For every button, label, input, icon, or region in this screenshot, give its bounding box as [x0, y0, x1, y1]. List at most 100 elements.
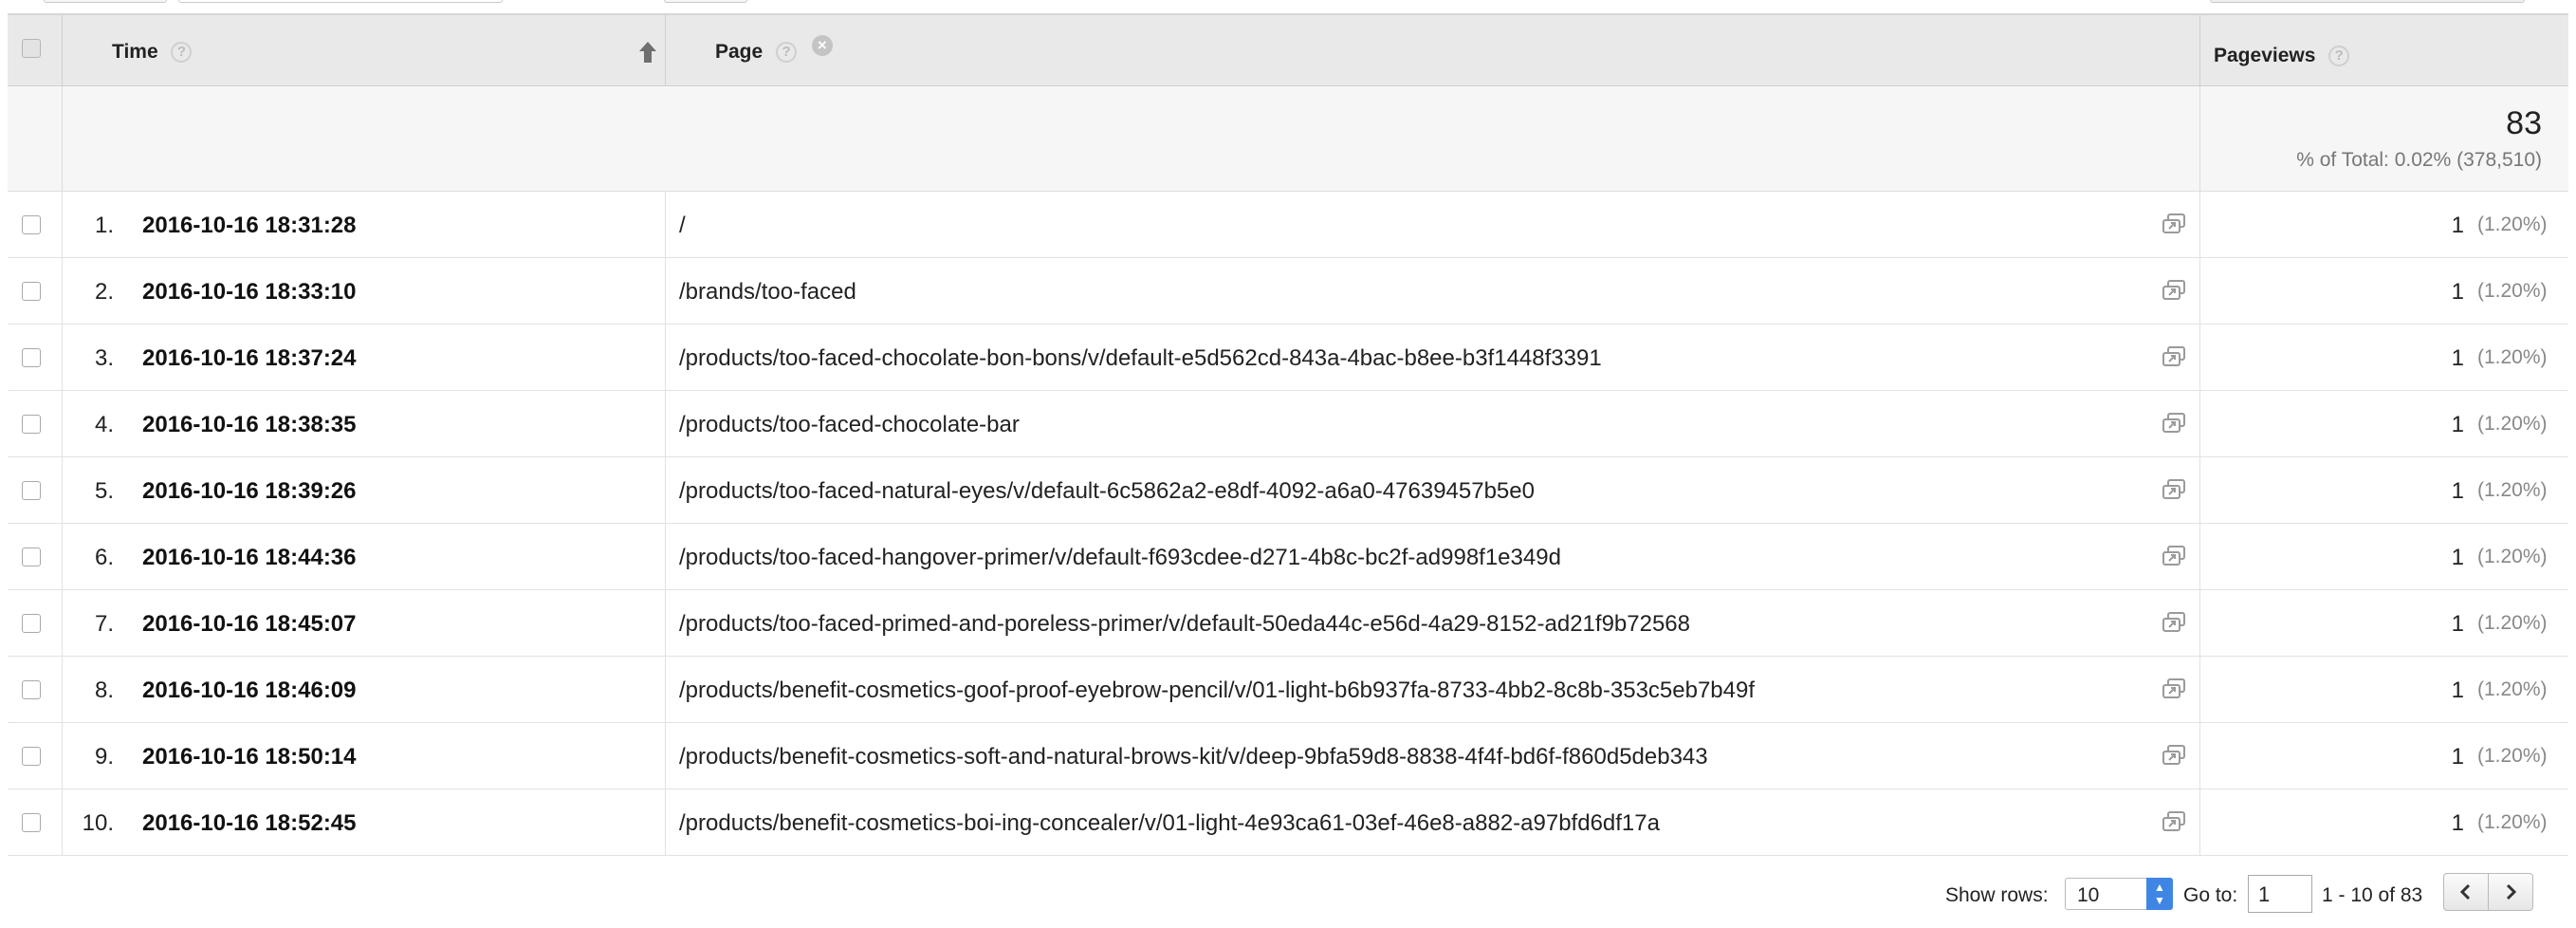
goto-page-input[interactable]: 1 — [2248, 875, 2312, 913]
row-checkbox[interactable] — [22, 680, 41, 699]
totals-row: 83 % of Total: 0.02% (378,510) — [8, 86, 2568, 192]
row-pageviews-percent: (1.20%) — [2477, 346, 2548, 368]
data-table: Time ? Page ? × Pageviews ? 83 % of Tota… — [8, 13, 2568, 856]
table-row: 6. 2016-10-16 18:44:36 /products/too-fac… — [8, 524, 2568, 590]
row-page-link[interactable]: /products/too-faced-chocolate-bon-bons/v… — [679, 345, 1602, 372]
pageviews-header-label: Pageviews — [2214, 45, 2316, 66]
row-number: 3. — [94, 345, 114, 371]
help-icon[interactable]: ? — [776, 42, 798, 64]
table-body: 1. 2016-10-16 18:31:28 / 1 (1.20%) 2. 20… — [8, 192, 2568, 856]
select-all-checkbox[interactable] — [22, 39, 41, 58]
open-page-external-icon[interactable] — [2162, 810, 2186, 833]
pagination-range: 1 - 10 of 83 — [2322, 884, 2423, 906]
row-checkbox[interactable] — [22, 813, 41, 832]
toolbar-field-partial[interactable] — [178, 0, 503, 3]
row-pageviews-percent: (1.20%) — [2477, 479, 2548, 501]
row-checkbox[interactable] — [22, 282, 41, 301]
row-checkbox[interactable] — [22, 548, 41, 566]
next-page-button[interactable] — [2488, 873, 2533, 911]
open-page-external-icon[interactable] — [2162, 744, 2186, 767]
help-icon[interactable]: ? — [171, 42, 193, 64]
row-number: 7. — [94, 611, 114, 637]
show-rows-label: Show rows: — [1945, 884, 2049, 906]
show-rows-select[interactable]: 10 ▲ ▼ — [2065, 878, 2173, 910]
toolbar-button-partial[interactable] — [664, 0, 747, 3]
row-page-link[interactable]: /products/benefit-cosmetics-goof-proof-e… — [679, 677, 1755, 704]
remove-dimension-icon[interactable]: × — [811, 35, 833, 57]
row-checkbox[interactable] — [22, 481, 41, 500]
row-checkbox[interactable] — [22, 348, 41, 367]
help-icon[interactable]: ? — [2328, 46, 2350, 67]
row-pageviews-percent: (1.20%) — [2477, 612, 2548, 634]
total-percentage: % of Total: 0.02% (378,510) — [2296, 149, 2542, 171]
table-row: 5. 2016-10-16 18:39:26 /products/too-fac… — [8, 457, 2568, 524]
row-pageviews: 1 — [2451, 213, 2464, 238]
toolbar-search-partial[interactable] — [2210, 0, 2525, 3]
row-time: 2016-10-16 18:44:36 — [142, 545, 357, 570]
table-row: 9. 2016-10-16 18:50:14 /products/benefit… — [8, 723, 2568, 789]
top-toolbar-strip — [0, 0, 2576, 13]
row-number: 9. — [94, 744, 114, 770]
row-page-link[interactable]: /products/benefit-cosmetics-boi-ing-conc… — [679, 810, 1660, 837]
row-page-link[interactable]: /brands/too-faced — [679, 279, 856, 306]
open-page-external-icon[interactable] — [2162, 213, 2186, 235]
row-number: 6. — [94, 545, 114, 570]
chevron-left-icon — [2459, 883, 2471, 900]
toolbar-button-partial[interactable] — [44, 0, 167, 3]
row-time: 2016-10-16 18:37:24 — [142, 345, 357, 371]
row-number: 4. — [94, 412, 114, 437]
chevron-right-icon — [2506, 883, 2517, 900]
row-time: 2016-10-16 18:38:35 — [142, 412, 357, 437]
row-page-link[interactable]: / — [679, 213, 686, 239]
previous-page-button[interactable] — [2443, 873, 2489, 911]
row-pageviews-percent: (1.20%) — [2477, 678, 2548, 700]
row-time: 2016-10-16 18:46:09 — [142, 677, 357, 703]
page-header-label: Page — [715, 41, 764, 63]
total-pageviews: 83 — [2506, 105, 2542, 141]
row-pageviews-percent: (1.20%) — [2477, 745, 2548, 767]
row-page-link[interactable]: /products/too-faced-chocolate-bar — [679, 412, 1020, 438]
row-pageviews: 1 — [2451, 810, 2464, 836]
open-page-external-icon[interactable] — [2162, 345, 2186, 368]
row-pageviews: 1 — [2451, 279, 2464, 305]
row-pageviews: 1 — [2451, 744, 2464, 770]
row-checkbox[interactable] — [22, 415, 41, 434]
row-pageviews: 1 — [2451, 611, 2464, 637]
table-header: Time ? Page ? × Pageviews ? — [8, 15, 2568, 86]
open-page-external-icon[interactable] — [2162, 545, 2186, 567]
goto-label: Go to: — [2183, 884, 2238, 906]
open-page-external-icon[interactable] — [2162, 478, 2186, 501]
time-header-label: Time — [112, 41, 158, 63]
row-page-link[interactable]: /products/benefit-cosmetics-soft-and-nat… — [679, 744, 1708, 770]
row-time: 2016-10-16 18:52:45 — [142, 810, 357, 836]
open-page-external-icon[interactable] — [2162, 677, 2186, 700]
table-row: 4. 2016-10-16 18:38:35 /products/too-fac… — [8, 391, 2568, 457]
row-pageviews: 1 — [2451, 545, 2464, 570]
row-page-link[interactable]: /products/too-faced-natural-eyes/v/defau… — [679, 478, 1535, 505]
row-number: 1. — [94, 213, 114, 238]
row-pageviews-percent: (1.20%) — [2477, 213, 2548, 235]
row-time: 2016-10-16 18:45:07 — [142, 611, 357, 637]
row-time: 2016-10-16 18:33:10 — [142, 279, 357, 305]
open-page-external-icon[interactable] — [2162, 611, 2186, 634]
row-checkbox[interactable] — [22, 215, 41, 234]
column-header-pageviews[interactable]: Pageviews ? — [2214, 45, 2350, 67]
sort-ascending-icon[interactable] — [637, 40, 658, 65]
open-page-external-icon[interactable] — [2162, 279, 2186, 302]
column-header-time[interactable]: Time ? — [112, 41, 193, 64]
row-time: 2016-10-16 18:31:28 — [142, 213, 357, 238]
column-header-page[interactable]: Page ? × — [715, 35, 833, 64]
row-number: 2. — [94, 279, 114, 305]
row-number: 5. — [94, 478, 114, 504]
row-pageviews-percent: (1.20%) — [2477, 413, 2548, 435]
row-page-link[interactable]: /products/too-faced-primed-and-poreless-… — [679, 611, 1690, 638]
open-page-external-icon[interactable] — [2162, 412, 2186, 435]
show-rows-value: 10 — [2077, 884, 2100, 906]
row-checkbox[interactable] — [22, 747, 41, 766]
row-pageviews-percent: (1.20%) — [2477, 546, 2548, 567]
row-page-link[interactable]: /products/too-faced-hangover-primer/v/de… — [679, 545, 1561, 571]
table-row: 10. 2016-10-16 18:52:45 /products/benefi… — [8, 789, 2568, 856]
row-pageviews-percent: (1.20%) — [2477, 811, 2548, 833]
table-row: 7. 2016-10-16 18:45:07 /products/too-fac… — [8, 590, 2568, 657]
row-checkbox[interactable] — [22, 614, 41, 633]
